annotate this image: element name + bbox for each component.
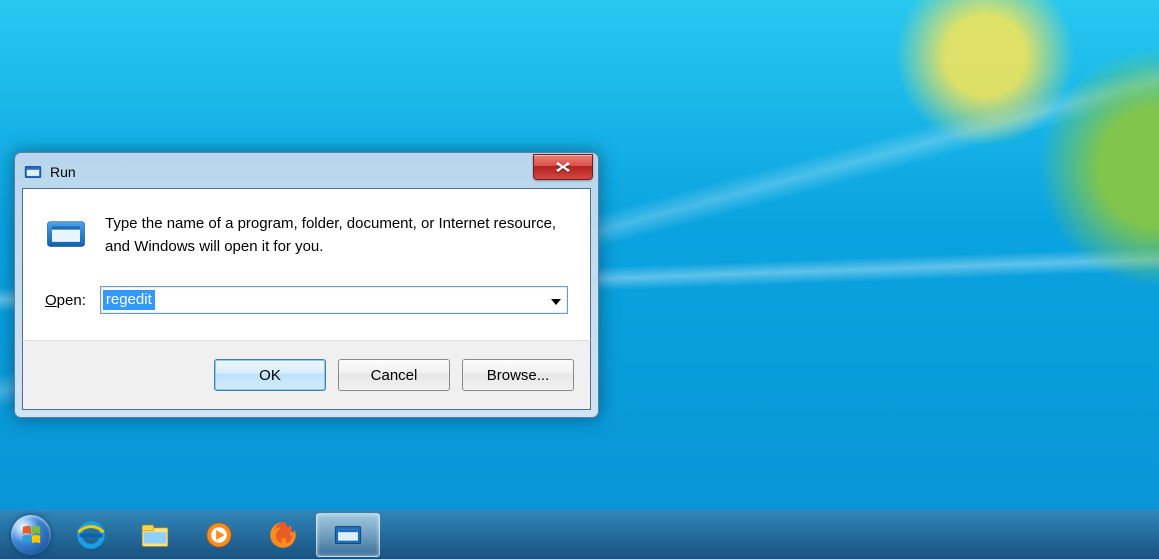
run-dialog-window: Run: [14, 152, 599, 418]
cancel-button[interactable]: Cancel: [338, 359, 450, 391]
desktop: Run: [0, 0, 1159, 559]
open-label: Open:: [45, 292, 86, 309]
close-button[interactable]: [533, 154, 593, 180]
dialog-body: Type the name of a program, folder, docu…: [22, 188, 591, 340]
run-icon-large: [45, 213, 87, 255]
ok-button[interactable]: OK: [214, 359, 326, 391]
titlebar[interactable]: Run: [22, 160, 591, 188]
dialog-description: Type the name of a program, folder, docu…: [105, 213, 568, 258]
taskbar-item-explorer[interactable]: [124, 514, 186, 556]
window-title: Run: [50, 164, 76, 180]
browse-button[interactable]: Browse...: [462, 359, 574, 391]
taskbar-item-wmp[interactable]: [188, 514, 250, 556]
dialog-button-row: OK Cancel Browse...: [22, 340, 591, 410]
start-button[interactable]: [4, 513, 58, 557]
taskbar-item-run[interactable]: [316, 513, 380, 557]
run-icon: [24, 163, 42, 181]
taskbar: [0, 510, 1159, 559]
open-input-value[interactable]: regedit: [103, 290, 155, 310]
taskbar-item-ie[interactable]: [60, 514, 122, 556]
chevron-down-icon[interactable]: [551, 292, 561, 308]
taskbar-item-firefox[interactable]: [252, 514, 314, 556]
open-combobox[interactable]: regedit: [100, 286, 568, 314]
